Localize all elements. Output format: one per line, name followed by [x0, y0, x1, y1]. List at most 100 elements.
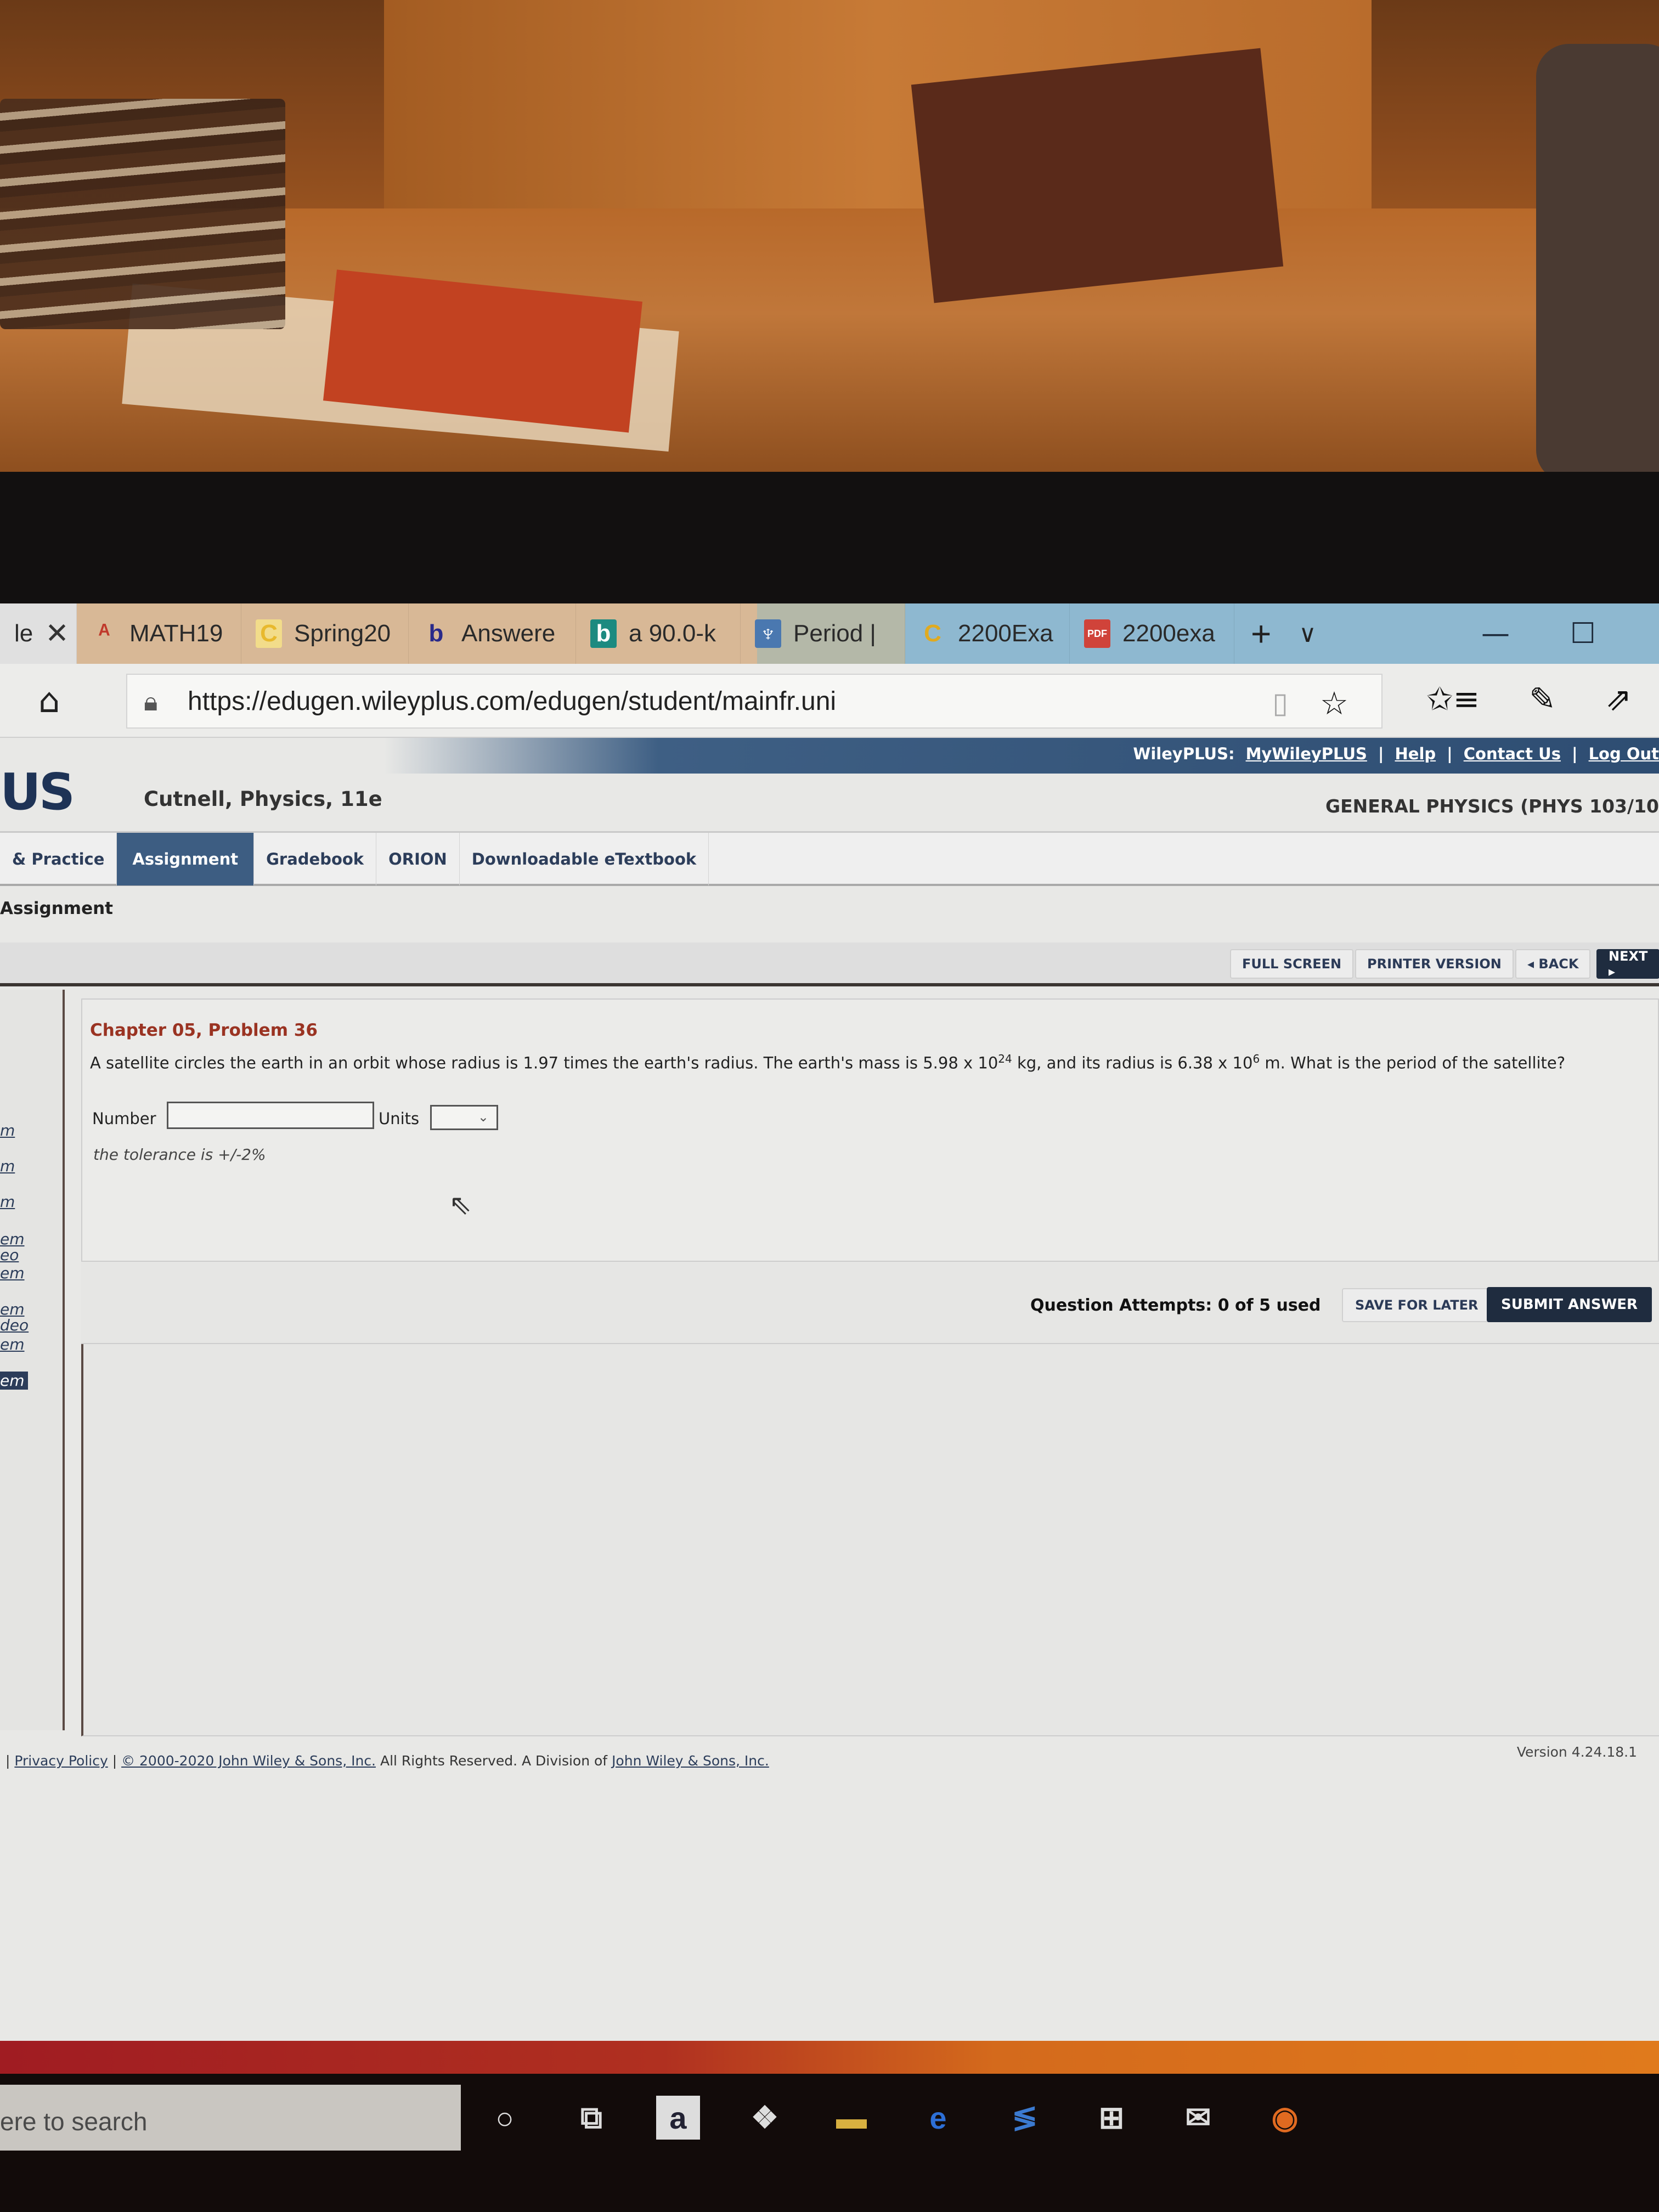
tab-bing[interactable]: b a 90.0-k — [576, 603, 741, 664]
mywileyplus-link[interactable]: MyWileyPLUS — [1246, 744, 1367, 763]
sidebar-link[interactable]: em — [0, 1264, 25, 1282]
contact-us-link[interactable]: Contact Us — [1464, 744, 1561, 763]
back-button[interactable]: ◂ BACK — [1515, 949, 1591, 979]
cortana-icon[interactable]: ○ — [483, 2096, 527, 2140]
problem-text-part: A satellite circles the earth in an orbi… — [90, 1053, 998, 1073]
wiley-top-bar: WileyPLUS: MyWileyPLUS | Help | Contact … — [0, 738, 1659, 774]
b-logo-icon: b — [428, 620, 444, 647]
taskbar-search[interactable]: ere to search — [0, 2085, 461, 2151]
nav-assignment[interactable]: Assignment — [117, 833, 255, 885]
separator: | — [5, 1753, 15, 1769]
vscode-icon[interactable]: ≶ — [1003, 2096, 1047, 2140]
pen-notes-icon[interactable]: ✎ — [1529, 680, 1556, 718]
question-toolbar: FULL SCREEN PRINTER VERSION ◂ BACK NEXT … — [0, 943, 1659, 986]
number-input[interactable] — [167, 1102, 374, 1129]
tab-2200exa-pdf[interactable]: PDF 2200exa — [1070, 603, 1234, 664]
tab-period[interactable]: ♆ Period | — [741, 603, 905, 664]
windows-taskbar: ere to search ○ ⧉ a ❖ ▬ e ≶ ⊞ ✉ ◉ — [0, 2074, 1659, 2212]
firefox-icon[interactable]: ◉ — [1263, 2096, 1307, 2140]
separator: | — [112, 1753, 122, 1769]
help-link[interactable]: Help — [1395, 744, 1436, 763]
wileyplus-label: WileyPLUS: — [1133, 744, 1235, 763]
tab-label: MATH19 — [129, 620, 223, 647]
sidebar-link[interactable]: m — [0, 1193, 15, 1211]
number-label: Number — [92, 1109, 156, 1128]
maximize-button[interactable]: ☐ — [1570, 603, 1596, 664]
nav-read-practice[interactable]: & Practice — [0, 833, 117, 885]
tab-label: Period | — [793, 620, 876, 647]
content-area — [81, 1344, 1659, 1736]
separator: | — [1447, 744, 1453, 763]
task-view-icon[interactable]: ⧉ — [569, 2096, 613, 2140]
favorites-list-icon[interactable]: ✩≡ — [1426, 680, 1480, 718]
attempts-row: Question Attempts: 0 of 5 used SAVE FOR … — [81, 1262, 1659, 1344]
file-explorer-icon[interactable]: ▬ — [830, 2096, 873, 2140]
store-icon[interactable]: ⊞ — [1090, 2096, 1133, 2140]
question-attempts: Question Attempts: 0 of 5 used — [1030, 1296, 1321, 1315]
minimize-button[interactable]: — — [1481, 603, 1510, 664]
close-icon[interactable]: ✕ — [45, 617, 69, 650]
problem-text: A satellite circles the earth in an orbi… — [90, 1052, 1565, 1073]
sidebar-link[interactable]: em — [0, 1335, 25, 1353]
c-logo-icon: C — [256, 619, 282, 648]
search-placeholder: ere to search — [0, 2107, 148, 2136]
sidebar-link[interactable]: m — [0, 1121, 15, 1139]
tab-label: Spring20 — [294, 620, 391, 647]
tab-label: le — [14, 620, 33, 647]
new-tab-button[interactable]: + — [1234, 613, 1288, 654]
tab-list-chevron-icon[interactable]: ∨ — [1288, 620, 1327, 648]
nav-orion[interactable]: ORION — [376, 833, 460, 885]
sidebar-link[interactable]: m — [0, 1157, 15, 1175]
address-bar[interactable]: 🔒︎ https://edugen.wileyplus.com/edugen/s… — [126, 674, 1383, 729]
course-title: GENERAL PHYSICS (PHYS 103/10 — [1325, 795, 1659, 817]
share-icon[interactable]: ⇗ — [1605, 680, 1632, 718]
lock-icon: 🔒︎ — [144, 686, 158, 717]
screen: le ✕ ᴬ MATH19 C Spring20 b Answere b a 9… — [0, 603, 1659, 2041]
chair — [1536, 44, 1659, 483]
tab-math19[interactable]: ᴬ MATH19 — [77, 603, 241, 664]
full-screen-button[interactable]: FULL SCREEN — [1230, 949, 1354, 979]
dropbox-icon[interactable]: ❖ — [743, 2096, 787, 2140]
mail-icon[interactable]: ✉ — [1176, 2096, 1220, 2140]
copyright-link[interactable]: © 2000-2020 John Wiley & Sons, Inc. — [121, 1753, 376, 1769]
home-icon[interactable]: ⌂ — [38, 680, 60, 720]
next-button[interactable]: NEXT ▸ — [1596, 949, 1659, 979]
nav-downloadable-etextbook[interactable]: Downloadable eTextbook — [460, 833, 709, 885]
john-wiley-link[interactable]: John Wiley & Sons, Inc. — [612, 1753, 769, 1769]
tab-label: Answere — [461, 620, 556, 647]
units-label: Units — [379, 1109, 420, 1128]
problem-text-part: kg, and its radius is 6.38 x 10 — [1012, 1053, 1253, 1073]
url-text[interactable]: https://edugen.wileyplus.com/edugen/stud… — [188, 686, 836, 716]
separator: | — [1378, 744, 1384, 763]
reading-view-icon[interactable]: ▯ — [1272, 687, 1288, 720]
units-select[interactable]: ⌄ — [430, 1105, 498, 1130]
tab-partial[interactable]: le ✕ — [0, 603, 77, 664]
nav-gradebook[interactable]: Gradebook — [254, 833, 377, 885]
tab-spring20[interactable]: C Spring20 — [241, 603, 409, 664]
book-title: Cutnell, Physics, 11e — [144, 787, 382, 811]
submit-answer-button[interactable]: SUBMIT ANSWER — [1487, 1287, 1652, 1322]
amazon-icon[interactable]: a — [656, 2096, 700, 2140]
tab-2200exa-c[interactable]: C 2200Exa — [905, 603, 1070, 664]
problem-title: Chapter 05, Problem 36 — [90, 1020, 318, 1040]
room-background-photo — [0, 0, 1659, 483]
tab-label: a 90.0-k — [629, 620, 716, 647]
favorite-star-icon[interactable]: ☆ — [1320, 685, 1348, 722]
tab-label: 2200exa — [1122, 620, 1215, 647]
taskbar-icons: ○ ⧉ a ❖ ▬ e ≶ ⊞ ✉ ◉ — [483, 2096, 1307, 2140]
log-out-link[interactable]: Log Out — [1589, 744, 1659, 763]
sidebar-link-active[interactable]: em — [0, 1372, 28, 1390]
sidebar-link[interactable]: deo — [0, 1316, 29, 1334]
edge-icon[interactable]: e — [916, 2096, 960, 2140]
privacy-policy-link[interactable]: Privacy Policy — [14, 1753, 108, 1769]
tab-answere[interactable]: b Answere — [409, 603, 576, 664]
pdf-icon: PDF — [1084, 619, 1110, 648]
sidebar-link[interactable]: eo — [0, 1246, 19, 1264]
rights-text: All Rights Reserved. A Division of — [380, 1753, 612, 1769]
separator: | — [1571, 744, 1578, 763]
printer-version-button[interactable]: PRINTER VERSION — [1355, 949, 1514, 979]
version-text: Version 4.24.18.1 — [1516, 1744, 1637, 1760]
save-for-later-button[interactable]: SAVE FOR LATER — [1342, 1288, 1492, 1322]
wileyplus-logo: US — [0, 763, 75, 821]
thistle-icon: ♆ — [755, 619, 781, 648]
